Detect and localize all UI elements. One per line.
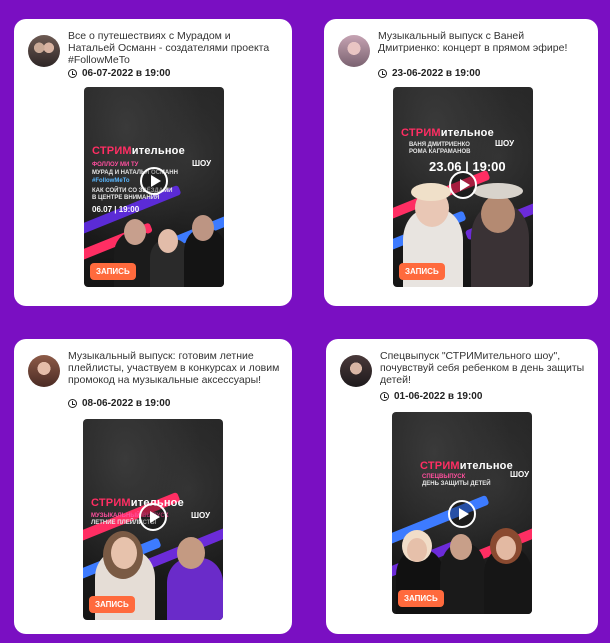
- stream-title[interactable]: Спецвыпуск "СТРИМительного шоу", почувст…: [380, 350, 586, 386]
- person-head: [158, 229, 178, 253]
- stream-date-row: 08-06-2022 в 19:00: [68, 398, 170, 409]
- record-badge[interactable]: ЗАПИСЬ: [398, 590, 444, 607]
- stream-date-row: 01-06-2022 в 19:00: [380, 391, 482, 402]
- person-hat: [473, 183, 523, 199]
- person-head: [450, 534, 472, 560]
- avatar: [28, 35, 60, 67]
- clock-icon: [378, 69, 387, 78]
- avatar: [28, 355, 60, 387]
- person-head: [192, 215, 214, 241]
- poster-brand-show: ШОУ: [192, 159, 212, 168]
- person-hair: [411, 183, 451, 201]
- stream-date-row: 06-07-2022 в 19:00: [68, 68, 170, 79]
- stream-title[interactable]: Музыкальный выпуск с Ваней Дмитриенко: к…: [378, 30, 586, 54]
- avatar: [340, 355, 372, 387]
- stream-title[interactable]: Все о путешествиях с Мурадом и Натальей …: [68, 30, 280, 66]
- poster-line: ВАНЯ ДМИТРИЕНКО: [409, 142, 470, 148]
- stream-poster[interactable]: СТРИМительное ШОУ СПЕЦВЫПУСК ДЕНЬ ЗАЩИТЫ…: [392, 412, 532, 614]
- poster-line: СПЕЦВЫПУСК: [422, 474, 466, 480]
- person-head: [177, 537, 205, 569]
- stream-date: 01-06-2022 в 19:00: [394, 391, 483, 402]
- clock-icon: [68, 69, 77, 78]
- play-icon[interactable]: [140, 167, 168, 195]
- poster-brand-show: ШОУ: [495, 139, 515, 148]
- poster-line: ФОЛЛОУ МИ ТУ: [92, 162, 139, 168]
- stream-date: 08-06-2022 в 19:00: [82, 398, 171, 409]
- avatar: [338, 35, 370, 67]
- stream-poster[interactable]: СТРИМительное ШОУ ФОЛЛОУ МИ ТУ МУРАД И Н…: [84, 87, 224, 287]
- play-icon[interactable]: [449, 171, 477, 199]
- person-head: [481, 195, 515, 233]
- person-head: [124, 219, 146, 245]
- poster-brand: СТРИМительное: [92, 145, 185, 157]
- stream-date: 06-07-2022 в 19:00: [82, 68, 171, 79]
- stream-date-row: 23-06-2022 в 19:00: [378, 68, 480, 79]
- play-icon[interactable]: [139, 503, 167, 531]
- poster-line: В ЦЕНТРЕ ВНИМАНИЯ: [92, 195, 160, 201]
- poster-line: #FollowMeTo: [92, 178, 130, 184]
- stream-title[interactable]: Музыкальный выпуск: готовим летние плейл…: [68, 350, 280, 386]
- poster-brand-show: ШОУ: [191, 511, 211, 520]
- poster-line: ДЕНЬ ЗАЩИТЫ ДЕТЕЙ: [422, 481, 491, 487]
- person-head: [407, 538, 427, 562]
- poster-brand: СТРИМительное: [91, 497, 184, 509]
- poster-brand-show: ШОУ: [510, 470, 530, 479]
- clock-icon: [380, 392, 389, 401]
- stream-date: 23-06-2022 в 19:00: [392, 68, 481, 79]
- stream-card[interactable]: Все о путешествиях с Мурадом и Натальей …: [14, 19, 292, 306]
- play-icon[interactable]: [448, 500, 476, 528]
- person-head: [496, 536, 516, 560]
- stream-poster[interactable]: СТРИМительное ШОУ МУЗЫКАЛЬНЫЙ ВЫПУСК ЛЕТ…: [83, 419, 223, 620]
- poster-brand: СТРИМительное: [401, 127, 494, 139]
- record-badge[interactable]: ЗАПИСЬ: [89, 596, 135, 613]
- record-badge[interactable]: ЗАПИСЬ: [399, 263, 445, 280]
- stream-card[interactable]: Музыкальный выпуск с Ваней Дмитриенко: к…: [324, 19, 598, 306]
- poster-line: РОМА КАГРАМАНОВ: [409, 149, 471, 155]
- record-badge[interactable]: ЗАПИСЬ: [90, 263, 136, 280]
- clock-icon: [68, 399, 77, 408]
- stream-poster[interactable]: СТРИМительное ШОУ ВАНЯ ДМИТРИЕНКО РОМА К…: [393, 87, 533, 287]
- stream-card[interactable]: Спецвыпуск "СТРИМительного шоу", почувст…: [326, 339, 598, 634]
- poster-date: 06.07 | 19:00: [92, 205, 140, 214]
- poster-brand: СТРИМительное: [420, 460, 513, 472]
- stream-card[interactable]: Музыкальный выпуск: готовим летние плейл…: [14, 339, 292, 634]
- person-head: [111, 537, 137, 569]
